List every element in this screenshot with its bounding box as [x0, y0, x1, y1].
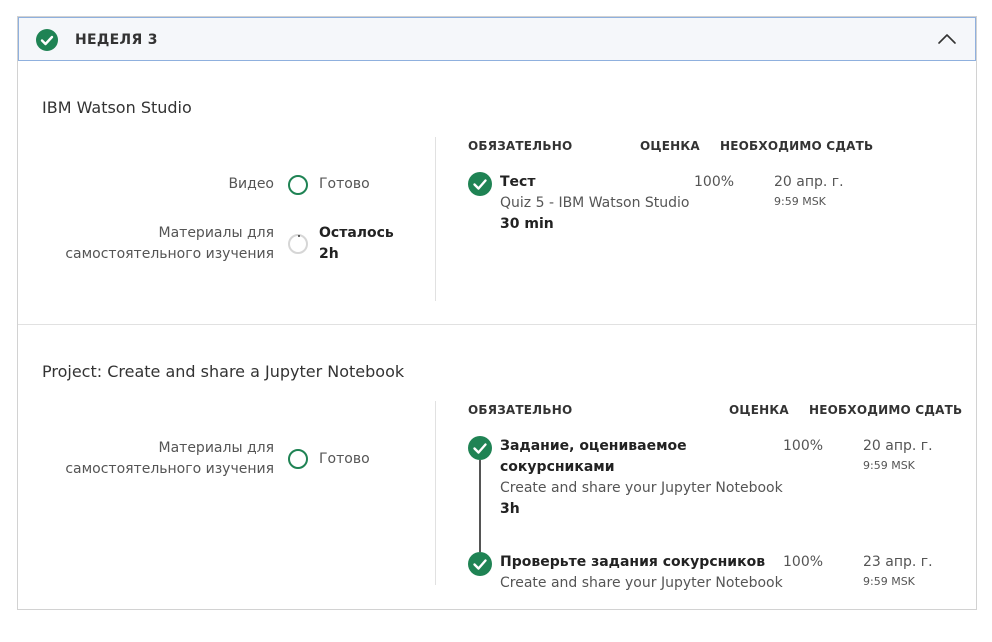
item-duration: 3h: [500, 501, 520, 517]
item-duration: 30 min: [500, 216, 554, 232]
check-circle-icon: [468, 436, 492, 460]
column-due: НЕОБХОДИМО СДАТЬ: [720, 139, 874, 153]
column-required: ОБЯЗАТЕЛЬНО: [468, 403, 573, 417]
column-grade: ОЦЕНКА: [640, 139, 700, 153]
material-status-remaining-time: 2h: [319, 246, 339, 262]
material-label-reading: Материалы для: [158, 225, 275, 241]
item-due-time: 9:59 MSK: [863, 575, 915, 588]
material-status: Готово: [319, 176, 370, 192]
item-type-line2[interactable]: сокурсниками: [500, 457, 615, 478]
chevron-up-icon[interactable]: [937, 32, 957, 46]
ring-complete-icon: [288, 175, 308, 195]
item-grade: 100%: [783, 438, 824, 454]
material-label-reading: Материалы для: [158, 440, 275, 456]
item-name[interactable]: Create and share your Jupyter Notebook: [500, 478, 783, 499]
ring-progress-icon: [288, 234, 308, 254]
divider: [435, 401, 436, 585]
item-due-date: 23 апр. г.: [863, 554, 933, 570]
material-status-remaining: Осталось: [319, 225, 394, 241]
item-due-date: 20 апр. г.: [774, 174, 844, 190]
item-name[interactable]: Quiz 5 - IBM Watson Studio: [500, 193, 690, 214]
item-type[interactable]: Проверьте задания сокурсников: [500, 552, 765, 573]
divider: [435, 137, 436, 301]
item-grade: 100%: [783, 554, 824, 570]
material-label-reading-line2: самостоятельного изучения: [65, 246, 274, 262]
lesson-section: Project: Create and share a Jupyter Note…: [18, 325, 976, 610]
timeline-connector: [479, 460, 481, 552]
week-card: НЕДЕЛЯ 3 IBM Watson Studio Видео Готово …: [17, 16, 977, 610]
week-header[interactable]: НЕДЕЛЯ 3: [18, 17, 976, 61]
lesson-section: IBM Watson Studio Видео Готово Материалы…: [18, 61, 976, 325]
ring-complete-icon: [288, 449, 308, 469]
column-due: НЕОБХОДИМО СДАТЬ: [809, 403, 963, 417]
item-due-time: 9:59 MSK: [863, 459, 915, 472]
material-label-reading-line2: самостоятельного изучения: [65, 461, 274, 477]
check-circle-icon: [468, 172, 492, 196]
week-title: НЕДЕЛЯ 3: [75, 32, 158, 48]
item-due-time: 9:59 MSK: [774, 195, 826, 208]
check-circle-icon: [468, 552, 492, 576]
item-type[interactable]: Тест: [500, 172, 535, 193]
lesson-title: Project: Create and share a Jupyter Note…: [42, 362, 405, 381]
material-status: Готово: [319, 451, 370, 467]
item-due-date: 20 апр. г.: [863, 438, 933, 454]
column-grade: ОЦЕНКА: [729, 403, 789, 417]
item-name[interactable]: Create and share your Jupyter Notebook: [500, 573, 783, 594]
column-required: ОБЯЗАТЕЛЬНО: [468, 139, 573, 153]
item-type[interactable]: Задание, оцениваемое: [500, 436, 687, 457]
lesson-title: IBM Watson Studio: [42, 98, 192, 117]
item-grade: 100%: [694, 174, 735, 190]
material-label-video: Видео: [228, 176, 274, 192]
check-circle-icon: [36, 29, 58, 51]
